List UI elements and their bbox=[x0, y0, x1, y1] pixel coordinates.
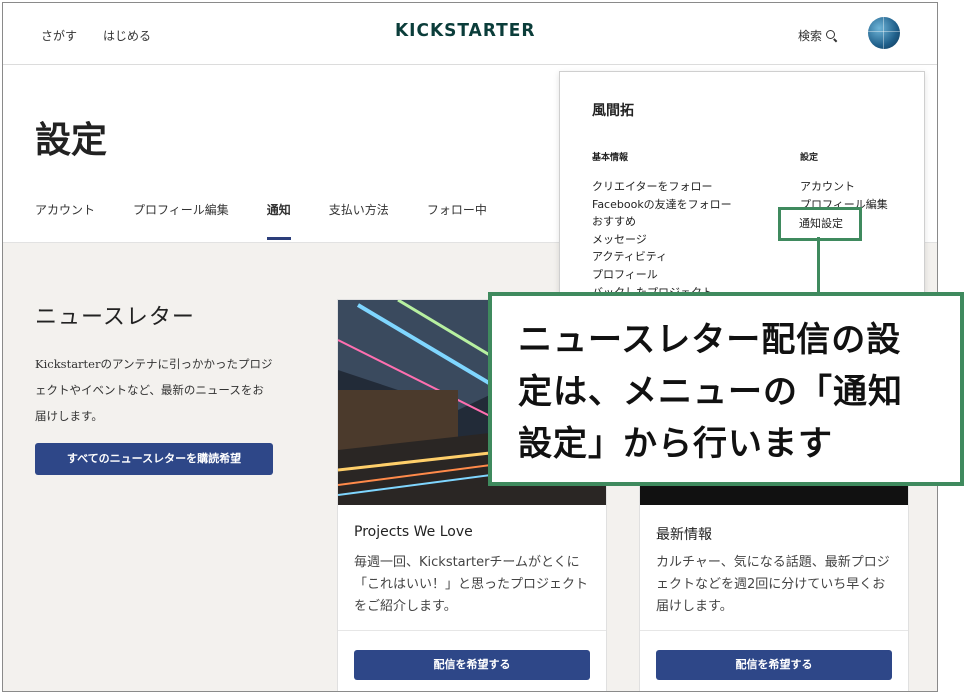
tab-profile-edit[interactable]: プロフィール編集 bbox=[133, 201, 229, 240]
kickstarter-logo[interactable]: KICKSTARTER bbox=[395, 21, 535, 42]
menu-item-activity[interactable]: アクティビティ bbox=[592, 248, 732, 266]
menu-item-follow-facebook-friends[interactable]: Facebookの友達をフォロー bbox=[592, 196, 732, 214]
top-nav: さがす はじめる KICKSTARTER 検索 bbox=[3, 3, 937, 65]
card-title: Projects We Love bbox=[354, 524, 473, 540]
callout-box: ニュースレター配信の設定は、メニューの「通知設定」から行います bbox=[488, 292, 964, 486]
dropdown-basic-heading: 基本情報 bbox=[592, 153, 629, 163]
card-title: 最新情報 bbox=[656, 527, 712, 543]
dropdown-user-name: 風間拓 bbox=[592, 103, 634, 119]
menu-item-messages[interactable]: メッセージ bbox=[592, 231, 732, 249]
subscribe-projects-we-love-button[interactable]: 配信を希望する bbox=[354, 650, 590, 680]
tab-following[interactable]: フォロー中 bbox=[427, 201, 487, 240]
card-divider bbox=[640, 630, 908, 631]
menu-item-profile[interactable]: プロフィール bbox=[592, 266, 732, 284]
nav-start-link[interactable]: はじめる bbox=[103, 27, 151, 44]
menu-item-notification-settings[interactable]: 通知設定 bbox=[778, 207, 862, 241]
dropdown-settings-heading: 設定 bbox=[800, 153, 819, 163]
callout-connector bbox=[817, 237, 820, 297]
search-button[interactable]: 検索 bbox=[798, 27, 838, 44]
menu-item-account[interactable]: アカウント bbox=[800, 178, 888, 196]
subscribe-latest-news-button[interactable]: 配信を希望する bbox=[656, 650, 892, 680]
subscribe-all-button[interactable]: すべてのニュースレターを購読希望 bbox=[35, 443, 273, 475]
newsletter-description: Kickstarterのアンテナに引っかかったプロジェクトやイベントなど、最新の… bbox=[35, 357, 273, 423]
nav-explore-link[interactable]: さがす bbox=[41, 27, 77, 44]
page-title: 設定 bbox=[35, 120, 108, 161]
search-label: 検索 bbox=[798, 29, 823, 43]
tab-notifications[interactable]: 通知 bbox=[266, 201, 291, 240]
menu-item-recommended[interactable]: おすすめ bbox=[592, 213, 732, 231]
user-dropdown-menu: 風間拓 基本情報 設定 クリエイターをフォロー Facebookの友達をフォロー… bbox=[559, 71, 925, 301]
newsletter-title: ニュースレター bbox=[35, 305, 195, 330]
dropdown-basic-list: クリエイターをフォロー Facebookの友達をフォロー おすすめ メッセージ … bbox=[592, 178, 732, 300]
tab-payment-methods[interactable]: 支払い方法 bbox=[329, 201, 389, 240]
card-description: 毎週一回、Kickstarterチームがとくに「これはいい！」と思ったプロジェク… bbox=[354, 555, 589, 614]
tab-account[interactable]: アカウント bbox=[35, 201, 95, 240]
user-avatar[interactable] bbox=[868, 17, 900, 49]
search-icon bbox=[826, 29, 838, 42]
card-divider bbox=[338, 630, 606, 631]
settings-tabs: アカウント プロフィール編集 通知 支払い方法 フォロー中 bbox=[35, 201, 525, 240]
card-description: カルチャー、気になる話題、最新プロジェクトなどを週2回に分けていち早くお届けしま… bbox=[656, 555, 890, 614]
callout-text: ニュースレター配信の設定は、メニューの「通知設定」から行います bbox=[518, 320, 903, 464]
menu-item-follow-creators[interactable]: クリエイターをフォロー bbox=[592, 178, 732, 196]
